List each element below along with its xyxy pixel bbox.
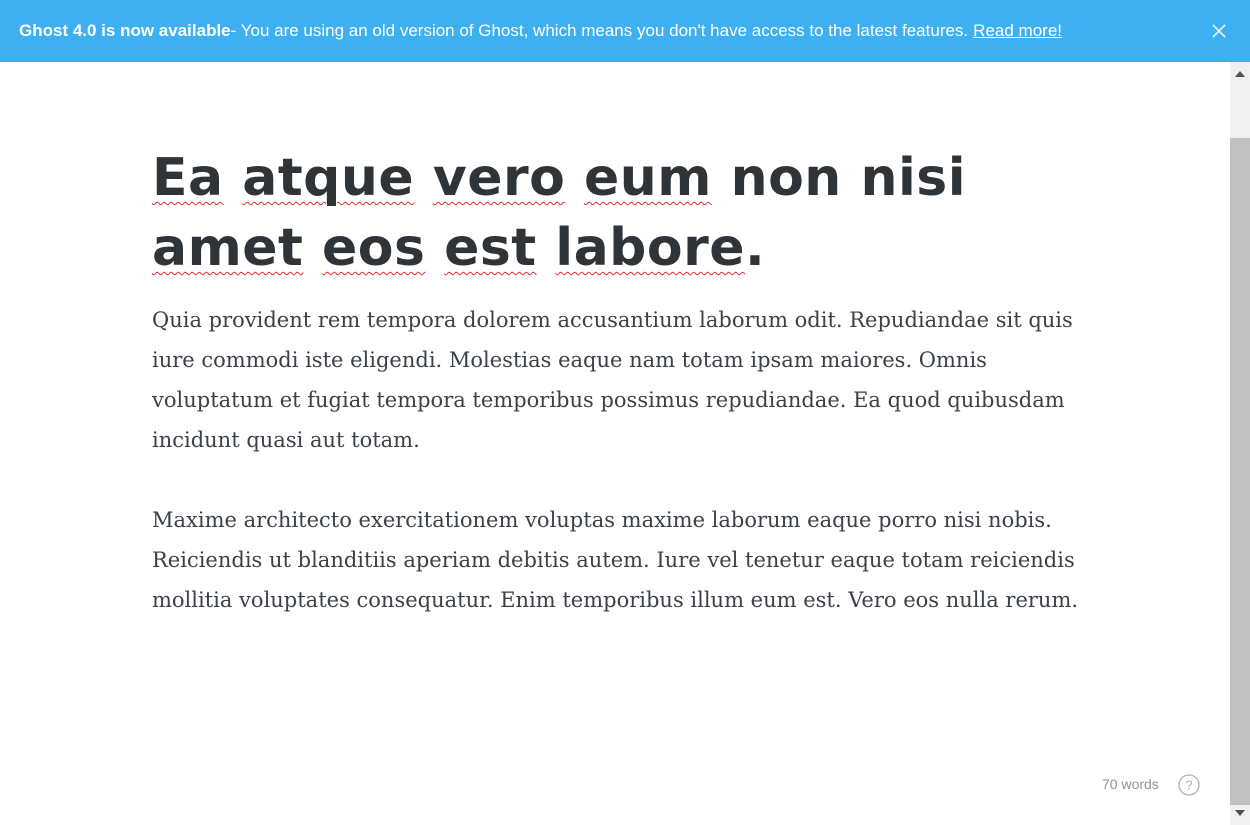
vertical-scrollbar[interactable] (1230, 62, 1250, 825)
read-more-link[interactable]: Read more! (973, 21, 1062, 41)
upgrade-banner: Ghost 4.0 is now available - You are usi… (0, 0, 1250, 62)
scrollbar-thumb[interactable] (1230, 138, 1250, 805)
banner-title: Ghost 4.0 is now available (19, 21, 231, 40)
title-word: eos (322, 218, 426, 278)
svg-text:?: ? (1185, 778, 1192, 793)
title-word: eum (583, 148, 712, 208)
scroll-up-arrow-icon[interactable] (1230, 64, 1250, 84)
post-title[interactable]: Ea atque vero eum non nisi amet eos est … (152, 143, 1092, 283)
banner-message: - You are using an old version of Ghost,… (230, 21, 969, 40)
title-word: est (444, 218, 537, 278)
title-word: non (730, 148, 842, 208)
title-word: vero (432, 148, 566, 208)
word-count: 70 words (1102, 776, 1159, 792)
editor-area: Ea atque vero eum non nisi amet eos est … (0, 62, 1230, 825)
post-body[interactable]: Quia provident rem tempora dolorem accus… (152, 300, 1082, 660)
title-word: nisi (860, 148, 967, 208)
title-word: Ea (152, 148, 224, 208)
title-period: . (745, 218, 766, 278)
body-paragraph: Quia provident rem tempora dolorem accus… (152, 308, 1073, 452)
title-word: labore (555, 218, 746, 278)
body-paragraph: Maxime architecto exercitationem volupta… (152, 508, 1079, 612)
close-icon[interactable] (1208, 20, 1230, 42)
scroll-down-arrow-icon[interactable] (1230, 803, 1250, 823)
help-circle-icon[interactable]: ? (1178, 774, 1200, 796)
title-word: atque (242, 148, 415, 208)
title-word: amet (152, 218, 304, 278)
